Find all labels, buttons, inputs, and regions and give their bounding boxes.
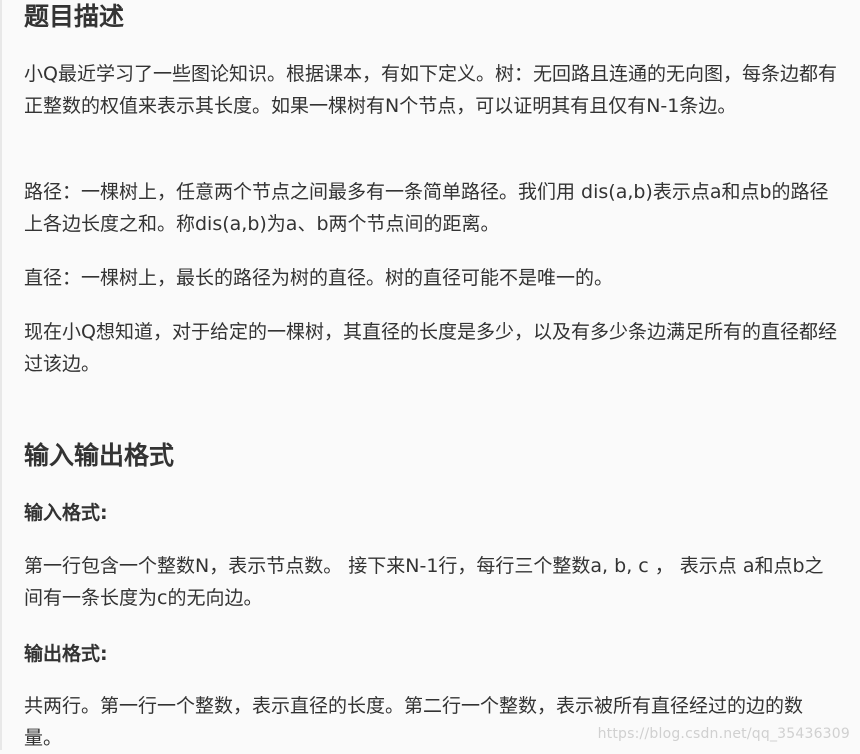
- io-format-heading: 输入输出格式: [24, 441, 175, 470]
- description-paragraph-tree: 小Q最近学习了一些图论知识。根据课本，有如下定义。树：无回路且连通的无向图，每条…: [24, 63, 837, 117]
- watermark-url: https://blog.csdn.net/qq_35436309: [597, 726, 850, 742]
- output-format-label: 输出格式:: [24, 643, 108, 665]
- description-paragraph-question: 现在小Q想知道，对于给定的一棵树，其直径的长度是多少，以及有多少条边满足所有的直…: [24, 321, 837, 375]
- input-format-label: 输入格式:: [24, 502, 108, 524]
- description-paragraph-diameter: 直径：一棵树上，最长的路径为树的直径。树的直径可能不是唯一的。: [24, 267, 614, 289]
- output-format-text: 共两行。第一行一个整数，表示直径的长度。第二行一个整数，表示被所有直径经过的边的…: [24, 695, 804, 749]
- input-format-text: 第一行包含一个整数N，表示节点数。 接下来N-1行，每行三个整数a, b, c …: [24, 555, 824, 609]
- problem-page: 题目描述 小Q最近学习了一些图论知识。根据课本，有如下定义。树：无回路且连通的无…: [0, 0, 860, 750]
- description-paragraph-path: 路径：一棵树上，任意两个节点之间最多有一条简单路径。我们用 dis(a,b)表示…: [24, 181, 829, 235]
- description-heading: 题目描述: [24, 2, 125, 31]
